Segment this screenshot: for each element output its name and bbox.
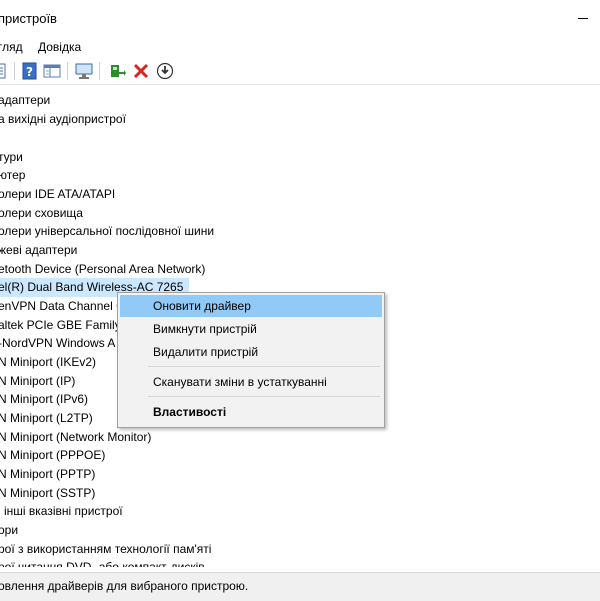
tree-item[interactable]: адаптери: [0, 91, 600, 110]
toolbar-separator: [99, 62, 100, 80]
scan-hardware-icon[interactable]: [75, 62, 93, 80]
properties-menu-item[interactable]: Властивості: [120, 401, 382, 423]
title-bar: пристроїв: [0, 0, 600, 36]
tree-item[interactable]: олери сховища: [0, 204, 600, 223]
tree-item[interactable]: N Miniport (PPPOE): [0, 446, 600, 465]
svg-text:?: ?: [26, 65, 33, 79]
status-bar: овлення драйверів для вибраного пристрою…: [0, 572, 600, 601]
tree-item[interactable]: рої з використанням технології пам'яті: [0, 540, 600, 559]
tree-item[interactable]: олери IDE ATA/ATAPI: [0, 185, 600, 204]
minimize-icon: [578, 18, 588, 19]
uninstall-device-menu-item[interactable]: Видалити пристрій: [120, 341, 382, 363]
tree-item[interactable]: і інші вказівні пристрої: [0, 502, 600, 521]
tree-item[interactable]: [0, 129, 600, 148]
tree-item[interactable]: etooth Device (Personal Area Network): [0, 260, 600, 279]
view-icon[interactable]: [43, 62, 61, 80]
menu-separator: [148, 396, 380, 397]
scan-hardware-changes-menu-item[interactable]: Сканувати зміни в устаткуванні: [120, 371, 382, 393]
update-driver-icon[interactable]: [108, 62, 126, 80]
tree-item[interactable]: а вихідні аудіопристрої: [0, 110, 600, 129]
menu-separator: [148, 366, 380, 367]
tree-item[interactable]: N Miniport (PPTP): [0, 465, 600, 484]
help-icon[interactable]: ?: [21, 62, 39, 80]
tree-item[interactable]: ютер: [0, 166, 600, 185]
tree-item[interactable]: ори: [0, 521, 600, 540]
download-icon[interactable]: [156, 62, 174, 80]
update-driver-menu-item[interactable]: Оновити драйвер: [120, 295, 382, 317]
tree-item[interactable]: тури: [0, 148, 600, 167]
tree-item[interactable]: олери універсальної послідовної шини: [0, 222, 600, 241]
toolbar: ?: [0, 59, 600, 85]
menu-view[interactable]: гляд: [0, 40, 23, 54]
disable-device-menu-item[interactable]: Вимкнути пристрій: [120, 318, 382, 340]
window-title: пристроїв: [0, 11, 57, 26]
tree-item[interactable]: N Miniport (Network Monitor): [0, 428, 600, 447]
uninstall-icon[interactable]: [132, 62, 150, 80]
tree-item[interactable]: N Miniport (SSTP): [0, 484, 600, 503]
menu-help[interactable]: Довідка: [38, 40, 81, 54]
minimize-button[interactable]: [560, 0, 600, 36]
context-menu: Оновити драйвер Вимкнути пристрій Видали…: [117, 292, 385, 428]
properties-icon[interactable]: [0, 62, 10, 80]
toolbar-separator: [14, 62, 15, 80]
device-manager-window: пристроїв гляд Довідка ? адаптери а вихі…: [0, 0, 600, 601]
tree-item[interactable]: жеві адаптери: [0, 241, 600, 260]
toolbar-separator: [67, 62, 68, 80]
status-text: овлення драйверів для вибраного пристрою…: [0, 579, 249, 593]
menu-bar: гляд Довідка: [0, 38, 600, 58]
tree-item[interactable]: рої читання DVD- або компакт-дисків: [0, 558, 600, 567]
